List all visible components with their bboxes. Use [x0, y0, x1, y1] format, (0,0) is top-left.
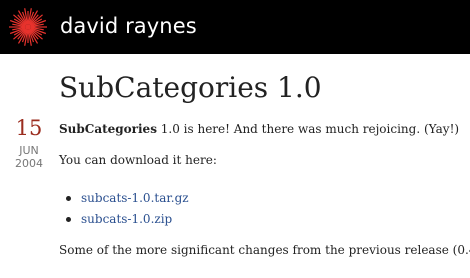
- post-date: 15 JUN 2004: [0, 116, 58, 170]
- post-date-day: 15: [15, 116, 43, 140]
- post-intro: SubCategories 1.0 is here! And there was…: [59, 120, 459, 138]
- download-item: subcats-1.0.tar.gz: [59, 188, 189, 209]
- post-date-month: JUN: [19, 144, 39, 157]
- post-intro-strong: SubCategories: [59, 122, 157, 136]
- download-list: subcats-1.0.tar.gz subcats-1.0.zip: [59, 188, 189, 230]
- download-link-targz[interactable]: subcats-1.0.tar.gz: [81, 191, 189, 205]
- bullet-icon: [66, 217, 71, 222]
- site-title[interactable]: david raynes: [60, 12, 197, 40]
- site-header: david raynes: [0, 0, 470, 54]
- post-date-year: 2004: [15, 157, 43, 170]
- download-intro: You can download it here:: [59, 153, 217, 167]
- bullet-icon: [66, 196, 71, 201]
- post-intro-rest: 1.0 is here! And there was much rejoicin…: [156, 122, 460, 136]
- changes-intro: Some of the more significant changes fro…: [59, 243, 470, 257]
- starburst-logo-icon[interactable]: [8, 7, 48, 47]
- post-title: SubCategories 1.0: [59, 71, 322, 104]
- download-link-zip[interactable]: subcats-1.0.zip: [81, 212, 172, 226]
- download-item: subcats-1.0.zip: [59, 209, 189, 230]
